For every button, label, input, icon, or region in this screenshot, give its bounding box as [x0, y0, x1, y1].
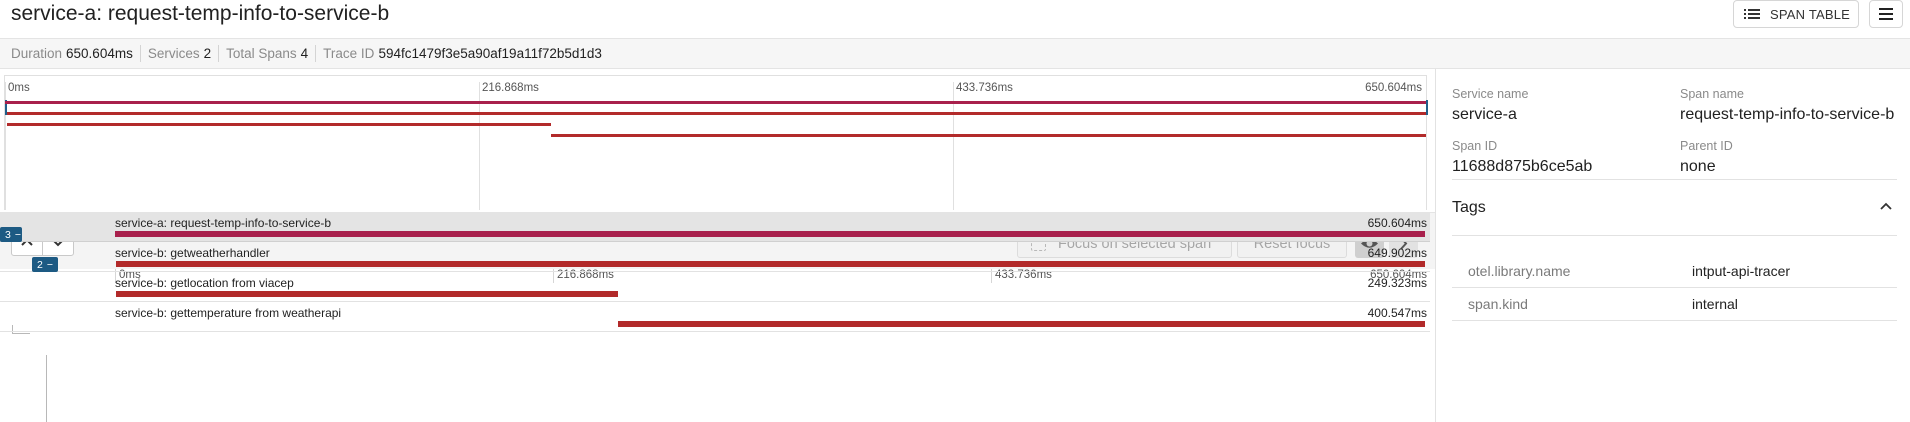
service-name-field: Service name service-a	[1452, 87, 1528, 124]
stat-total-spans: Total Spans 4	[226, 45, 317, 62]
stat-total-spans-value: 4	[300, 46, 309, 61]
stat-total-spans-label: Total Spans	[226, 46, 297, 61]
trace-stats-bar: Duration 650.604ms Services 2 Total Span…	[0, 38, 1910, 69]
span-row-name: service-b: gettemperature from weatherap…	[115, 306, 342, 320]
stat-duration-value: 650.604ms	[66, 46, 133, 61]
service-name-label: Service name	[1452, 87, 1529, 101]
span-row-name: service-b: getlocation from viacep	[115, 276, 294, 290]
span-detail-panel: Service name service-a Span name request…	[1435, 69, 1910, 422]
stat-services: Services 2	[147, 45, 220, 62]
parent-id-field: Parent ID none	[1680, 139, 1733, 176]
span-row-duration: 649.902ms	[1367, 246, 1427, 260]
span-id-label: Span ID	[1452, 139, 1498, 153]
minimap-tick-label: 650.604ms	[1365, 82, 1422, 94]
service-name-value: service-a	[1452, 106, 1517, 123]
span-bar	[115, 231, 1425, 237]
span-row[interactable]: service-b: getweatherhandler 649.902ms	[0, 242, 1430, 272]
trace-minimap[interactable]: 0ms 216.868ms 433.736ms 650.604ms	[4, 75, 1428, 210]
span-name-field: Span name request-temp-info-to-service-b	[1680, 87, 1894, 124]
parent-id-value: none	[1680, 158, 1716, 175]
stat-duration-label: Duration	[11, 46, 63, 61]
parent-id-label: Parent ID	[1680, 139, 1733, 153]
tag-value: internal	[1692, 296, 1738, 312]
span-id-field: Span ID 11688d875b6ce5ab	[1452, 139, 1592, 176]
span-bar	[116, 291, 619, 297]
span-row-name: service-a: request-temp-info-to-service-…	[115, 216, 332, 230]
stat-trace-id: Trace ID 594fc1479f3e5a90af19a11f72b5d1d…	[323, 45, 609, 62]
span-name-value: request-temp-info-to-service-b	[1680, 106, 1895, 123]
tree-connector	[46, 355, 47, 422]
tags-section-header[interactable]: Tags	[1452, 179, 1897, 236]
span-row[interactable]: service-b: getlocation from viacep 249.3…	[0, 272, 1430, 302]
tree-connector	[12, 333, 30, 334]
minimap-span-bar	[6, 112, 1426, 115]
tag-row: otel.library.name intput-api-tracer	[1452, 255, 1897, 288]
collapse-children-badge[interactable]: 3−	[0, 227, 22, 242]
span-name-label: Span name	[1680, 87, 1744, 101]
span-table-label: SPAN TABLE	[1770, 6, 1851, 22]
span-row-duration: 400.547ms	[1367, 306, 1427, 320]
stat-trace-id-value: 594fc1479f3e5a90af19a11f72b5d1d3	[378, 46, 602, 61]
minimap-span-bar	[5, 101, 1426, 104]
list-icon	[1744, 8, 1760, 20]
trace-header: service-a: request-temp-info-to-service-…	[0, 0, 1910, 38]
tag-key: otel.library.name	[1468, 263, 1571, 279]
span-id-value: 11688d875b6ce5ab	[1452, 158, 1593, 175]
minimap-span-bar	[6, 123, 552, 126]
collapse-children-badge[interactable]: 2−	[32, 257, 58, 272]
children-count: 2	[37, 258, 43, 271]
span-row[interactable]: service-b: gettemperature from weatherap…	[0, 302, 1430, 332]
span-bar	[116, 261, 1425, 267]
span-row-name: service-b: getweatherhandler	[115, 246, 270, 260]
span-row-duration: 650.604ms	[1367, 216, 1427, 230]
stat-duration: Duration 650.604ms	[11, 45, 141, 62]
hamburger-menu-icon	[1879, 8, 1893, 20]
minimap-tick-label: 433.736ms	[956, 82, 1013, 94]
menu-button[interactable]	[1869, 0, 1903, 28]
children-count: 3	[5, 228, 11, 241]
stat-services-value: 2	[203, 46, 212, 61]
minimap-tick-label: 216.868ms	[482, 82, 539, 94]
minimap-span-bar	[551, 134, 1426, 137]
span-row[interactable]: service-a: request-temp-info-to-service-…	[0, 212, 1430, 242]
span-row-duration: 249.323ms	[1367, 276, 1427, 290]
tag-row: span.kind internal	[1452, 288, 1897, 321]
collapse-icon: −	[46, 258, 53, 271]
stat-services-label: Services	[147, 46, 200, 61]
collapse-icon: −	[14, 228, 21, 241]
stat-trace-id-label: Trace ID	[323, 46, 375, 61]
timeline-panel: 0ms 216.868ms 433.736ms 650.604ms Focus …	[0, 69, 1435, 422]
span-table-button[interactable]: SPAN TABLE	[1733, 0, 1859, 28]
chevron-up-icon	[1880, 202, 1892, 210]
minimap-tick-label: 0ms	[8, 82, 30, 94]
tag-value: intput-api-tracer	[1692, 263, 1791, 279]
span-bar	[618, 321, 1425, 327]
trace-title: service-a: request-temp-info-to-service-…	[11, 2, 390, 25]
tags-title: Tags	[1452, 199, 1486, 216]
tag-key: span.kind	[1468, 296, 1528, 312]
